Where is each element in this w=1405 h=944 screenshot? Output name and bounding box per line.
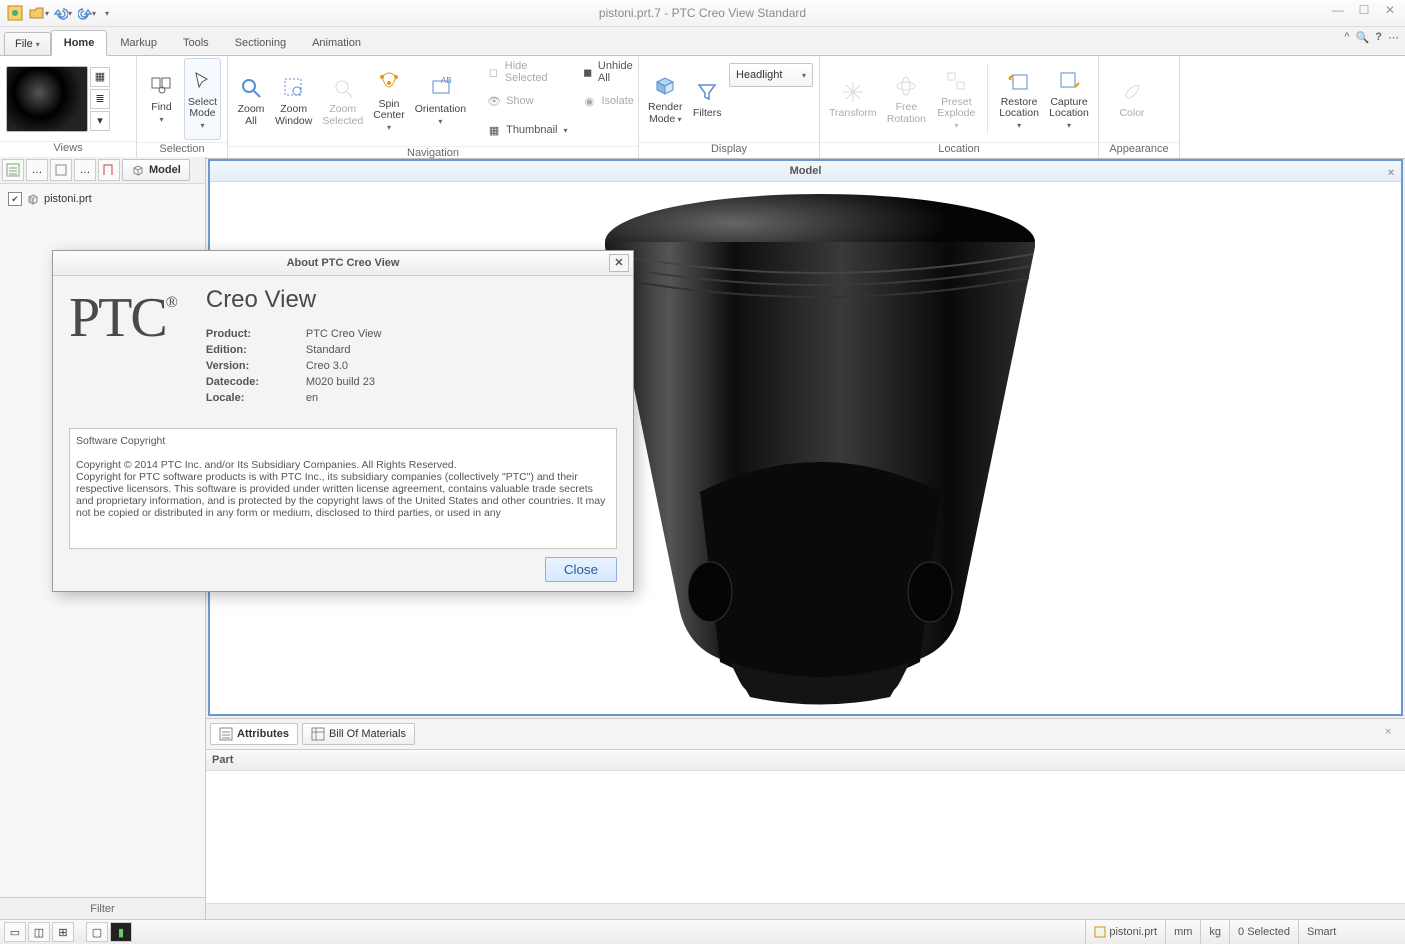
ptc-logo: PTC® — [69, 286, 176, 350]
layout-1-icon[interactable]: ▭ — [4, 922, 26, 942]
tree-row-root[interactable]: ✔ pistoni.prt — [6, 190, 199, 208]
tab-sectioning[interactable]: Sectioning — [222, 30, 299, 55]
viewport-close-icon[interactable]: × — [1383, 163, 1399, 179]
ribbon-group-location: Location — [820, 142, 1098, 158]
console-icon[interactable]: ▮ — [110, 922, 132, 942]
restore-location-button[interactable]: Restore Location — [996, 58, 1042, 140]
model-piston — [590, 192, 1050, 712]
about-dialog: About PTC Creo View ✕ PTC® Creo View Prod… — [52, 250, 634, 592]
nav-tab-4[interactable]: … — [74, 159, 96, 181]
dialog-heading: Creo View — [206, 286, 617, 314]
preset-explode-button: Preset Explode — [933, 58, 979, 140]
svg-text:AB: AB — [441, 77, 452, 85]
bottom-close-icon[interactable]: × — [1385, 726, 1401, 742]
free-rotation-button: Free Rotation — [883, 58, 929, 140]
select-mode-button[interactable]: Select Mode — [184, 58, 221, 140]
zoom-window-button[interactable]: Zoom Window — [272, 60, 315, 142]
layout-3-icon[interactable]: ⊞ — [52, 922, 74, 942]
views-list-icon[interactable]: ≣ — [90, 89, 110, 109]
close-window-button[interactable]: ✕ — [1379, 2, 1401, 18]
ribbon: ▦ ≣ ▾ Views Find Select Mode Selection Z… — [0, 56, 1405, 159]
filters-button[interactable]: Filters — [689, 58, 725, 140]
tree-label: pistoni.prt — [44, 193, 92, 205]
zoom-all-button[interactable]: Zoom All — [234, 60, 268, 142]
capture-location-button[interactable]: Capture Location — [1046, 58, 1092, 140]
redo-icon[interactable]: ▾ — [76, 2, 98, 24]
attributes-panel: Part — [206, 749, 1405, 920]
collapse-ribbon-icon[interactable]: ^ — [1344, 31, 1349, 44]
close-button[interactable]: Close — [545, 557, 617, 582]
tree-checkbox[interactable]: ✔ — [8, 192, 22, 206]
copyright-box[interactable]: Software Copyright Copyright © 2014 PTC … — [69, 428, 617, 549]
ribbon-group-views: Views — [0, 141, 136, 158]
render-mode-button[interactable]: Render Mode — [645, 58, 685, 140]
undo-icon[interactable]: ▾ — [52, 2, 74, 24]
tab-bom[interactable]: Bill Of Materials — [302, 723, 415, 745]
isolate-button: ◉Isolate — [576, 87, 641, 115]
statusbar: ▭ ◫ ⊞ ▢ ▮ pistoni.prt mm kg 0 Selected S… — [0, 919, 1405, 944]
views-expand-icon[interactable]: ▾ — [90, 111, 110, 131]
lighting-combo[interactable]: Headlight — [729, 63, 813, 87]
dialog-info-grid: Product:PTC Creo View Edition:Standard V… — [206, 328, 617, 404]
copyright-header: Software Copyright — [76, 435, 610, 447]
search-help-icon[interactable]: 🔍 — [1356, 31, 1370, 44]
part-icon — [26, 192, 40, 206]
horizontal-scrollbar[interactable] — [206, 903, 1405, 920]
view-mode-icon[interactable]: ▢ — [86, 922, 108, 942]
qat-customize-icon[interactable]: ▾ — [100, 2, 114, 24]
attributes-grid[interactable] — [206, 771, 1405, 903]
menubar: File▾ Home Markup Tools Sectioning Anima… — [0, 27, 1405, 56]
view-thumbnail[interactable] — [6, 66, 88, 132]
orientation-button[interactable]: ABOrientation — [412, 60, 469, 142]
maximize-button[interactable]: ☐ — [1353, 2, 1375, 18]
options-icon[interactable]: ⋯ — [1388, 31, 1399, 44]
nav-tab-model[interactable]: Model — [122, 159, 190, 181]
nav-tab-1[interactable] — [2, 159, 24, 181]
titlebar: ▾ ▾ ▾ ▾ pistoni.prt.7 - PTC Creo View St… — [0, 0, 1405, 27]
status-selected: 0 Selected — [1229, 920, 1298, 944]
hide-selected-button: ◻Hide Selected — [481, 58, 572, 86]
filter-bar[interactable]: Filter — [0, 897, 205, 920]
tab-home[interactable]: Home — [51, 30, 108, 56]
bottom-tabs: Attributes Bill Of Materials × — [206, 718, 1405, 749]
copyright-body: Copyright © 2014 PTC Inc. and/or Its Sub… — [76, 459, 610, 519]
minimize-button[interactable]: — — [1327, 2, 1349, 18]
ribbon-group-selection: Selection — [137, 142, 227, 158]
layout-2-icon[interactable]: ◫ — [28, 922, 50, 942]
status-unit-length: mm — [1165, 920, 1200, 944]
unhide-all-button[interactable]: ◼Unhide All — [576, 58, 641, 86]
open-icon[interactable]: ▾ — [28, 2, 50, 24]
app-icon[interactable] — [4, 2, 26, 24]
viewport-title: Model — [790, 165, 822, 177]
thumbnail-button[interactable]: ▦Thumbnail▾ — [481, 116, 572, 144]
dialog-title: About PTC Creo View — [287, 257, 400, 269]
find-button[interactable]: Find — [143, 58, 180, 140]
ribbon-group-display: Display — [639, 142, 819, 158]
spin-center-button[interactable]: Spin Center — [370, 60, 408, 142]
nav-tab-5[interactable] — [98, 159, 120, 181]
tab-markup[interactable]: Markup — [107, 30, 170, 55]
show-button: 👁Show — [481, 87, 572, 115]
attributes-col-header[interactable]: Part — [206, 750, 1405, 771]
nav-tab-3[interactable] — [50, 159, 72, 181]
tab-tools[interactable]: Tools — [170, 30, 222, 55]
views-grid-icon[interactable]: ▦ — [90, 67, 110, 87]
help-icon[interactable]: ? — [1375, 31, 1382, 44]
nav-tab-2[interactable]: … — [26, 159, 48, 181]
status-unit-mass: kg — [1200, 920, 1229, 944]
status-file: pistoni.prt — [1085, 920, 1165, 944]
ribbon-group-appearance: Appearance — [1099, 142, 1179, 158]
color-button: Color — [1105, 58, 1159, 140]
tab-attributes[interactable]: Attributes — [210, 723, 298, 745]
status-select-mode[interactable]: Smart — [1298, 920, 1405, 944]
file-menu[interactable]: File▾ — [4, 32, 51, 55]
transform-button: Transform — [826, 58, 879, 140]
zoom-selected-button: Zoom Selected — [319, 60, 366, 142]
tab-animation[interactable]: Animation — [299, 30, 374, 55]
dialog-close-icon[interactable]: ✕ — [609, 254, 629, 272]
window-title: pistoni.prt.7 - PTC Creo View Standard — [0, 6, 1405, 20]
